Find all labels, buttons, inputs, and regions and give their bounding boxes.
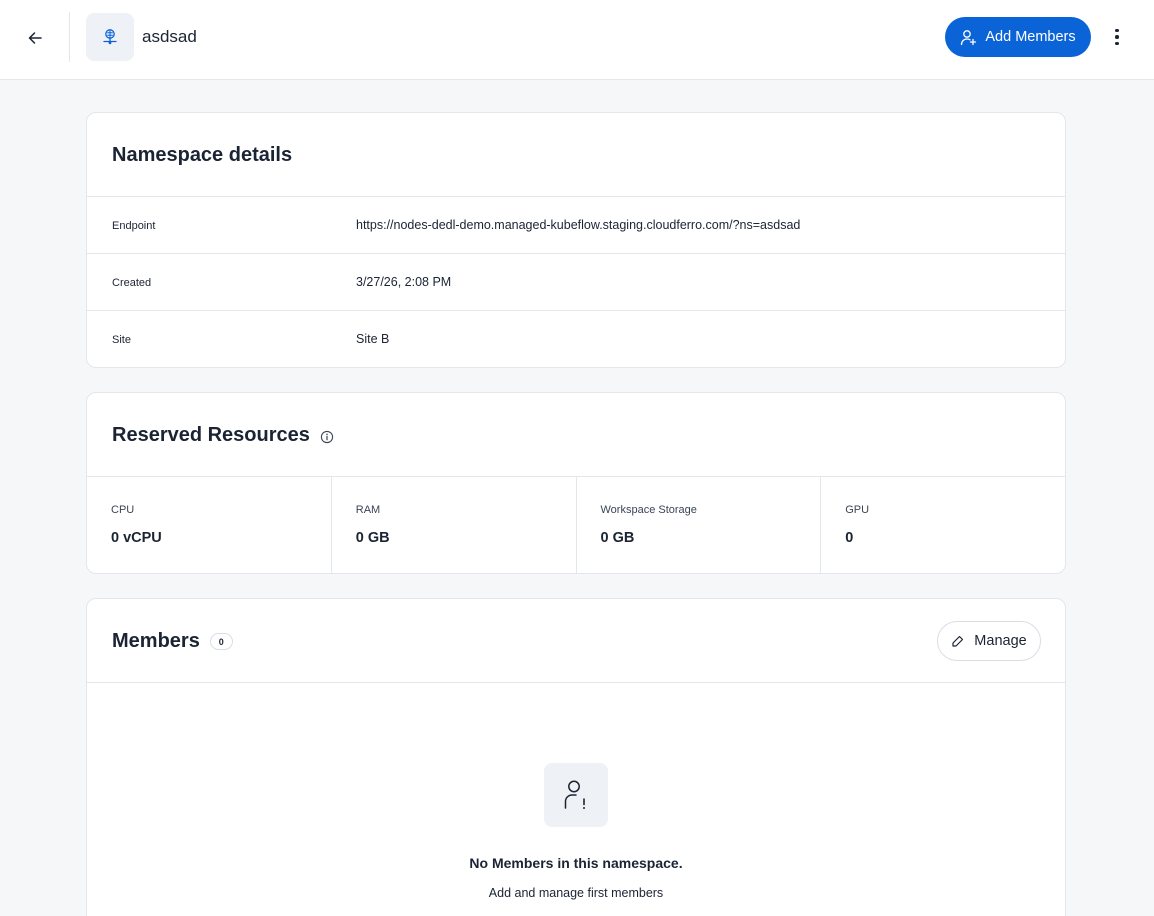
detail-row-created: Created 3/27/26, 2:08 PM <box>87 254 1065 311</box>
manage-button[interactable]: Manage <box>937 621 1041 661</box>
resource-value: 0 GB <box>600 530 635 546</box>
resource-value: 0 <box>845 530 854 546</box>
empty-state-subtitle: Add and manage first members <box>488 886 664 900</box>
empty-state-title: No Members in this namespace. <box>469 855 683 871</box>
info-icon[interactable] <box>320 430 334 444</box>
members-card: Members 0 Manage No Members in this name… <box>86 598 1066 916</box>
resource-label: RAM <box>355 504 381 516</box>
page-title: asdsad <box>142 27 197 46</box>
user-alert-icon <box>564 780 585 809</box>
top-bar: asdsad Add Members <box>0 0 1154 80</box>
resource-cpu: CPU 0 vCPU <box>87 477 332 573</box>
reserved-resources-title-wrap: Reserved Resources <box>112 424 334 447</box>
namespace-details-header: Namespace details <box>87 113 1065 197</box>
namespace-details-title: Namespace details <box>112 144 293 166</box>
detail-row-site: Site Site B <box>87 311 1065 367</box>
reserved-resources-header: Reserved Resources <box>87 393 1065 477</box>
back-button[interactable] <box>18 21 52 55</box>
edit-icon <box>952 635 964 647</box>
more-options-button[interactable] <box>1103 22 1131 52</box>
namespace-details-card: Namespace details Endpoint https://nodes… <box>86 112 1066 368</box>
reserved-resources-card: Reserved Resources CPU 0 vCPU RAM 0 GB W… <box>86 392 1066 574</box>
resource-ram: RAM 0 GB <box>332 477 577 573</box>
header-divider <box>69 12 70 62</box>
resource-value: 0 GB <box>355 530 390 546</box>
members-title-wrap: Members 0 <box>112 630 233 653</box>
namespace-avatar <box>86 13 134 61</box>
members-empty-state: No Members in this namespace. Add and ma… <box>87 683 1065 916</box>
members-title: Members <box>112 630 200 652</box>
resources-grid: CPU 0 vCPU RAM 0 GB Workspace Storage 0 … <box>87 477 1065 573</box>
members-count-badge: 0 <box>209 633 233 650</box>
site-value: Site B <box>356 332 390 346</box>
reserved-resources-title: Reserved Resources <box>112 424 310 446</box>
detail-row-endpoint: Endpoint https://nodes-dedl-demo.managed… <box>87 197 1065 254</box>
network-node-icon <box>103 29 117 45</box>
arrow-left-icon <box>28 32 42 44</box>
resource-value: 0 vCPU <box>111 530 162 546</box>
more-vertical-icon <box>1115 28 1119 33</box>
created-value: 3/27/26, 2:08 PM <box>356 275 452 289</box>
resource-label: GPU <box>845 504 870 516</box>
manage-label: Manage <box>974 633 1027 649</box>
resource-label: CPU <box>111 504 135 516</box>
detail-label: Endpoint <box>112 220 156 232</box>
endpoint-value: https://nodes-dedl-demo.managed-kubeflow… <box>356 218 801 232</box>
resource-label: Workspace Storage <box>600 504 697 516</box>
members-header: Members 0 Manage <box>87 599 1065 683</box>
empty-state-icon-box <box>544 763 608 827</box>
add-members-label: Add Members <box>985 29 1076 45</box>
resource-workspace-storage: Workspace Storage 0 GB <box>577 477 822 573</box>
detail-label: Created <box>112 277 152 289</box>
detail-label: Site <box>112 334 131 346</box>
user-plus-icon <box>961 29 977 45</box>
add-members-button[interactable]: Add Members <box>945 17 1091 57</box>
resource-gpu: GPU 0 <box>821 477 1065 573</box>
